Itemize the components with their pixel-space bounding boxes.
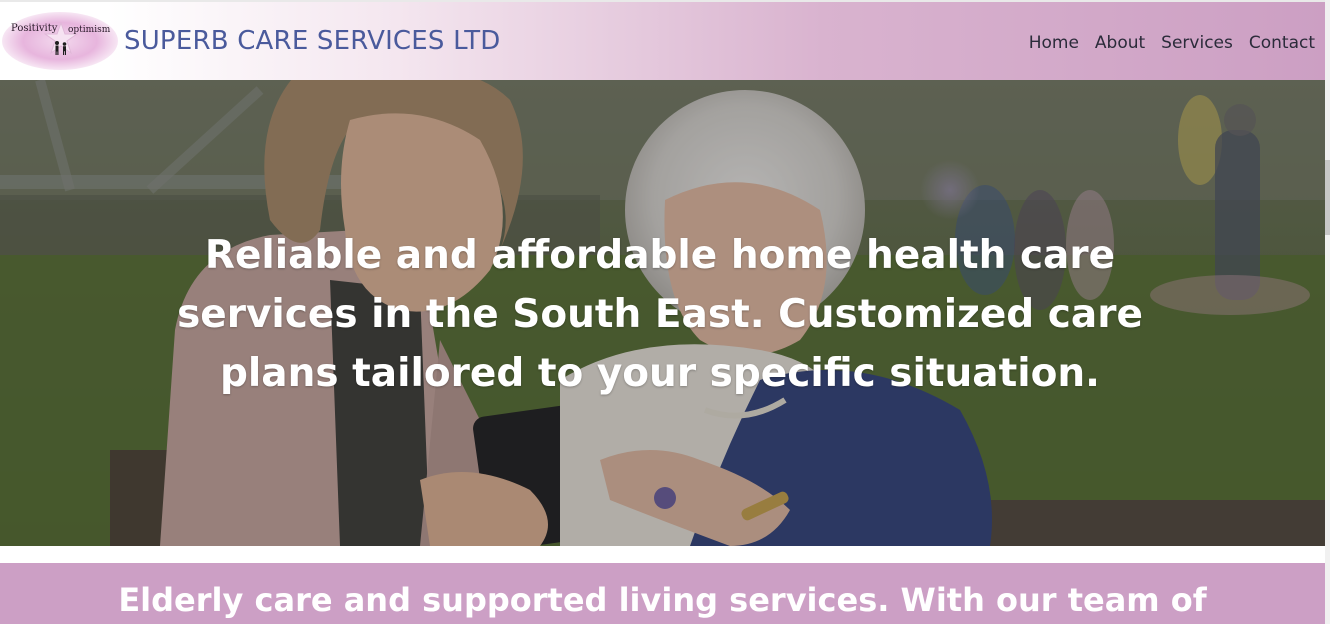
site-logo[interactable]: Positivity optimism: [2, 12, 118, 70]
nav-link-contact[interactable]: Contact: [1249, 33, 1315, 53]
page-scrollbar[interactable]: [1325, 0, 1330, 624]
nav-link-services[interactable]: Services: [1161, 33, 1233, 53]
scrollbar-thumb[interactable]: [1325, 160, 1330, 235]
site-title[interactable]: SUPERB CARE SERVICES LTD: [124, 26, 501, 56]
logo-text-optimism: optimism: [68, 25, 111, 35]
nav-link-about[interactable]: About: [1095, 33, 1145, 53]
intro-band: Elderly care and supported living servic…: [0, 563, 1325, 624]
hero-section: Reliable and affordable home health care…: [0, 80, 1325, 546]
nav-link-home[interactable]: Home: [1029, 33, 1079, 53]
main-nav: Home About Services Contact: [1029, 33, 1315, 53]
hero-headline: Reliable and affordable home health care…: [177, 233, 1143, 396]
people-figures-icon: [55, 41, 67, 55]
site-header: Positivity optimism SUPERB CARE SERVICES…: [0, 0, 1325, 80]
page: Positivity optimism SUPERB CARE SERVICES…: [0, 0, 1330, 624]
intro-band-text: Elderly care and supported living servic…: [118, 581, 1207, 619]
logo-text-positivity: Positivity: [11, 23, 58, 34]
